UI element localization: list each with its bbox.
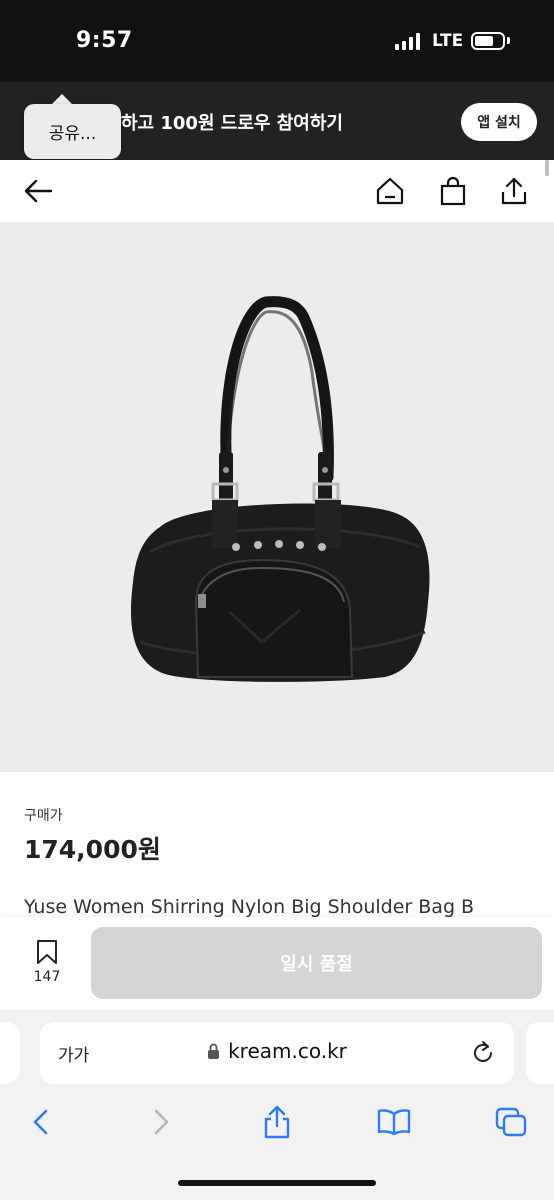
price-value: 174,000원 (24, 835, 161, 864)
cart-button[interactable] (436, 174, 470, 208)
bottom-action-bar: 147 일시 품절 (0, 917, 554, 1010)
bookmark-icon (37, 940, 57, 964)
banner-text: 하고 100원 드로우 참여하기 (121, 113, 343, 134)
book-icon (377, 1109, 411, 1136)
chevron-left-icon (33, 1109, 48, 1135)
soldout-button[interactable]: 일시 품절 (91, 927, 542, 999)
share-button[interactable] (497, 174, 531, 208)
wishlist-button[interactable]: 147 (22, 939, 72, 991)
safari-toolbar (0, 1100, 554, 1144)
prev-tab-peek[interactable] (0, 1022, 20, 1084)
bookmarks-button[interactable] (372, 1100, 416, 1144)
site-header (0, 160, 554, 222)
product-image[interactable] (0, 222, 554, 772)
wish-count: 147 (33, 969, 61, 985)
scroll-indicator (545, 160, 549, 176)
home-icon (376, 177, 404, 205)
lock-icon (208, 1043, 220, 1059)
shoulder-bag-image (130, 296, 430, 682)
battery-cap (507, 37, 510, 44)
safari-chrome: 가가 kream.co.kr (0, 1010, 554, 1200)
cellular-signal-icon (395, 32, 420, 50)
price-label: 구매가 (24, 808, 63, 824)
status-time: 9:57 (76, 28, 133, 53)
share-tooltip[interactable]: 공유... (24, 104, 121, 159)
network-type: LTE (432, 31, 464, 51)
address-bar[interactable]: 가가 kream.co.kr (40, 1022, 514, 1084)
safari-forward-button[interactable] (139, 1100, 183, 1144)
url-display[interactable]: kream.co.kr (40, 1039, 514, 1063)
url-text: kream.co.kr (228, 1039, 347, 1063)
safari-share-button[interactable] (255, 1100, 299, 1144)
safari-back-button[interactable] (19, 1100, 63, 1144)
shopping-bag-icon (440, 176, 466, 206)
product-name: Yuse Women Shirring Nylon Big Shoulder B… (24, 896, 475, 918)
share-icon (501, 177, 527, 205)
tabs-icon (495, 1107, 527, 1137)
share-icon (264, 1105, 290, 1139)
reload-icon (474, 1041, 492, 1062)
reload-button[interactable] (470, 1040, 496, 1070)
price-section: 구매가 174,000원 Yuse Women Shirring Nylon B… (0, 772, 554, 918)
home-indicator (178, 1180, 376, 1186)
chevron-right-icon (154, 1109, 169, 1135)
next-tab-peek[interactable] (526, 1022, 554, 1084)
status-bar: 9:57 LTE (0, 0, 554, 82)
tabs-button[interactable] (489, 1100, 533, 1144)
back-button[interactable] (21, 174, 55, 208)
home-button[interactable] (373, 174, 407, 208)
battery-icon (471, 32, 505, 50)
app-install-button[interactable]: 앱 설치 (461, 103, 537, 141)
back-arrow-icon (24, 179, 53, 203)
